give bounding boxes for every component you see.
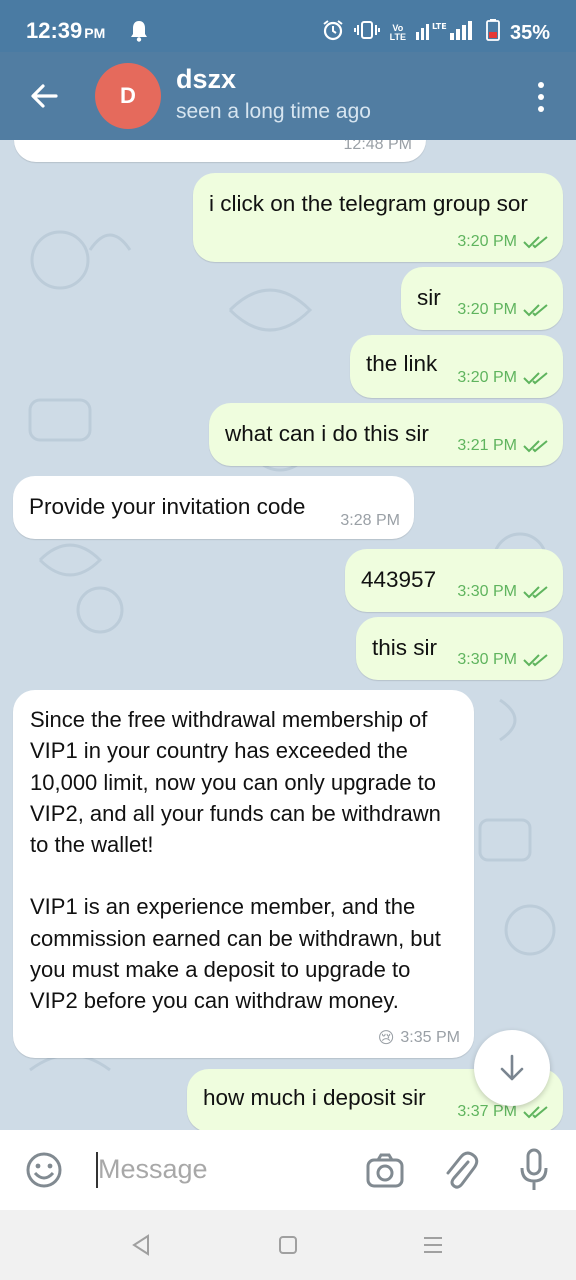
message-paragraph: Since the free withdrawal membership of … xyxy=(30,707,441,858)
message-meta: 3:20 PM xyxy=(457,301,549,319)
nav-back-icon[interactable] xyxy=(130,1234,152,1261)
message-text: 443957 xyxy=(361,567,437,592)
message-text: sir xyxy=(417,285,441,310)
chat-header: D dszx seen a long time ago xyxy=(0,52,576,140)
message-text: how much i deposit sir xyxy=(203,1085,426,1110)
message-text: this sir xyxy=(372,635,438,660)
message-time: 12:48 PM xyxy=(343,140,412,153)
system-nav-bar xyxy=(0,1210,576,1280)
nav-home-icon[interactable] xyxy=(278,1235,298,1260)
message-input-bar: Message xyxy=(0,1130,576,1210)
microphone-icon[interactable] xyxy=(518,1148,550,1197)
scroll-down-button[interactable] xyxy=(474,1030,550,1106)
message-meta: 3:30 PM xyxy=(457,651,549,669)
double-check-icon xyxy=(523,236,548,249)
message-bubble-outgoing[interactable]: 443957 3:30 PM xyxy=(345,549,563,612)
message-text: Provide your invitation code xyxy=(29,494,306,519)
bell-icon xyxy=(130,20,148,47)
double-check-icon xyxy=(523,586,548,599)
message-bubble-incoming[interactable]: 12:48 PM xyxy=(14,140,426,162)
message-text: the link xyxy=(366,351,438,376)
double-check-icon xyxy=(523,654,548,667)
status-time: 12:39 PM xyxy=(26,18,106,43)
message-bubble-outgoing[interactable]: the link 3:20 PM xyxy=(350,335,563,398)
message-text: Since the free withdrawal membership of … xyxy=(30,704,460,1017)
message-meta: 3:37 PM xyxy=(457,1103,549,1121)
alarm-icon xyxy=(322,19,344,47)
message-bubble-outgoing[interactable]: this sir 3:30 PM xyxy=(356,617,563,680)
double-check-icon xyxy=(523,440,548,453)
double-check-icon xyxy=(523,304,548,317)
chat-area[interactable]: 12:48 PM i click on the telegram group s… xyxy=(0,140,576,1130)
message-bubble-incoming[interactable]: Provide your invitation code 3:28 PM xyxy=(13,476,414,539)
message-meta: 3:21 PM xyxy=(457,437,549,455)
attach-icon[interactable] xyxy=(440,1148,480,1197)
camera-icon[interactable] xyxy=(364,1150,406,1197)
volte-label: Vo LTE xyxy=(389,23,406,42)
more-options-icon[interactable] xyxy=(536,82,546,114)
message-text: what can i do this sir xyxy=(225,421,429,446)
avatar[interactable]: D xyxy=(95,63,161,129)
arrow-down-icon xyxy=(500,1054,524,1081)
vibrate-icon xyxy=(353,20,380,46)
message-meta: 3:20 PM xyxy=(457,233,549,251)
message-bubble-incoming[interactable]: Since the free withdrawal membership of … xyxy=(13,690,474,1058)
signal-icon: LTE xyxy=(415,20,476,46)
message-meta: 😢 3:35 PM xyxy=(377,1028,460,1048)
message-input[interactable]: Message xyxy=(98,1154,208,1185)
contact-name[interactable]: dszx xyxy=(176,64,236,95)
nav-recents-icon[interactable] xyxy=(422,1235,444,1260)
reaction-emoji[interactable]: 😢 xyxy=(378,1028,395,1048)
message-bubble-outgoing[interactable]: i click on the telegram group sor 3:20 P… xyxy=(193,173,563,262)
message-text: i click on the telegram group sor xyxy=(209,191,528,216)
back-arrow-icon[interactable] xyxy=(26,78,62,114)
double-check-icon xyxy=(523,1106,548,1119)
battery-icon xyxy=(486,19,500,47)
battery-percent: 35% xyxy=(509,21,550,44)
svg-text:LTE: LTE xyxy=(432,22,447,31)
message-paragraph: VIP1 is an experience member, and the co… xyxy=(30,894,441,1014)
double-check-icon xyxy=(523,372,548,385)
message-bubble-outgoing[interactable]: what can i do this sir 3:21 PM xyxy=(209,403,563,466)
emoji-icon[interactable] xyxy=(24,1150,64,1195)
message-meta: 3:28 PM xyxy=(340,512,400,529)
message-meta: 3:20 PM xyxy=(457,369,549,387)
message-meta: 3:30 PM xyxy=(457,583,549,601)
status-bar: 12:39 PM Vo LTE LTE 35% xyxy=(0,0,576,52)
message-bubble-outgoing[interactable]: sir 3:20 PM xyxy=(401,267,563,330)
contact-status: seen a long time ago xyxy=(176,100,371,123)
